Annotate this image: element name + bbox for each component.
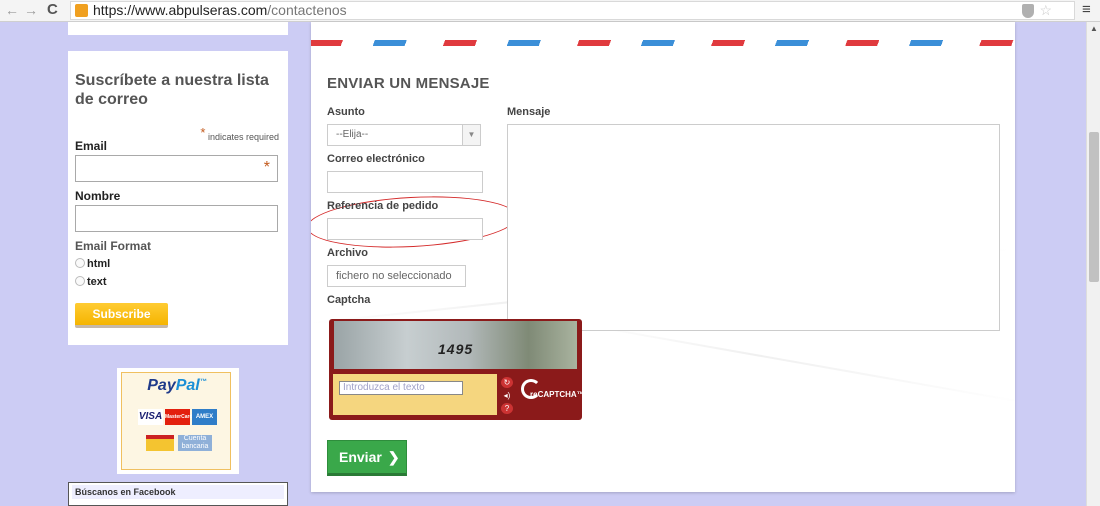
visa-logo: VISA [138, 409, 163, 425]
file-label: Archivo [327, 247, 368, 259]
paypal-badge: PayPal™ VISA MasterCard AMEX Cuenta bancar… [117, 368, 239, 474]
captcha-challenge-text: 1495 [438, 341, 474, 357]
captcha-input-panel: Introduzca el texto [333, 374, 497, 415]
url-path: /contactenos [267, 2, 347, 18]
order-reference-field[interactable] [327, 218, 483, 240]
paypal-logo-pay: Pay [147, 377, 176, 394]
bank-card-icon [146, 435, 174, 451]
email-label: Correo electrónico [327, 153, 425, 165]
recaptcha-brand: reCAPTCHA™ [530, 390, 585, 399]
subscribe-button[interactable]: Subscribe [75, 303, 168, 328]
recaptcha-widget: 1495 Introduzca el texto ↻ ◂) ? reCAPTCH… [329, 319, 585, 420]
address-bar[interactable]: https://www.abpulseras.com/contactenos ☆ [70, 1, 1075, 20]
help-icon[interactable]: ? [501, 403, 513, 414]
page-scrollbar[interactable]: ▲ [1086, 22, 1100, 506]
captcha-response-input[interactable]: Introduzca el texto [339, 381, 463, 395]
chevron-right-icon: ❯ [387, 449, 400, 465]
audio-icon[interactable]: ◂) [501, 390, 513, 401]
forward-arrow-icon[interactable]: → [24, 2, 38, 18]
sidebar-top-block [68, 22, 288, 35]
signup-email-field[interactable]: * [75, 155, 278, 182]
required-note: * indicates required [200, 125, 279, 142]
facebook-widget-title: Búscanos en Facebook [72, 485, 284, 499]
scroll-up-arrow-icon[interactable]: ▲ [1090, 24, 1098, 33]
paypal-trademark: ™ [199, 378, 207, 386]
scrollbar-thumb[interactable] [1089, 132, 1099, 282]
format-html-label: html [87, 258, 111, 270]
subject-label: Asunto [327, 106, 365, 118]
send-button-label: Enviar [339, 449, 382, 465]
url-host: https://www.abpulseras.com [93, 2, 268, 18]
message-label: Mensaje [507, 106, 551, 118]
paypal-logo: PayPal™ [122, 377, 232, 395]
email-format-label: Email Format [75, 239, 152, 253]
shield-icon[interactable] [1022, 4, 1034, 18]
back-arrow-icon[interactable]: ← [5, 2, 19, 18]
email-required-asterisk: * [263, 159, 270, 176]
captcha-label: Captcha [327, 294, 371, 306]
contact-form-card: ENVIAR UN MENSAJE Asunto --Elija-- ▼ Cor… [311, 22, 1015, 492]
mailing-list-signup: Suscríbete a nuestra lista de correo * i… [68, 51, 288, 345]
format-option-html[interactable]: html [75, 258, 110, 270]
paypal-logo-pal: Pal [175, 377, 200, 394]
required-asterisk: * [200, 125, 206, 140]
captcha-controls: ↻ ◂) ? [501, 377, 515, 416]
facebook-widget: Búscanos en Facebook [68, 482, 288, 506]
required-note-text: indicates required [207, 132, 279, 142]
chevron-down-icon[interactable]: ▼ [462, 125, 480, 145]
form-title: ENVIAR UN MENSAJE [327, 75, 490, 92]
site-lock-icon [75, 4, 88, 17]
send-button[interactable]: Enviar ❯ [327, 440, 407, 476]
browser-toolbar: ← → C https://www.abpulseras.com/contact… [0, 0, 1100, 22]
bookmark-star-icon[interactable]: ☆ [1039, 2, 1052, 19]
amex-logo: AMEX [192, 409, 217, 425]
file-upload-input[interactable]: fichero no seleccionado [327, 265, 466, 287]
refresh-icon[interactable]: ↻ [501, 377, 513, 388]
card-logos: VISA MasterCard AMEX [138, 409, 219, 427]
captcha-image: 1495 [334, 321, 577, 369]
signup-title: Suscríbete a nuestra lista de correo [75, 72, 269, 108]
message-textarea[interactable] [507, 124, 1000, 331]
bank-account-logo: Cuenta bancaria [178, 435, 212, 451]
reload-icon[interactable]: C [47, 1, 58, 18]
mastercard-logo: MasterCard [165, 409, 193, 425]
format-option-text[interactable]: text [75, 276, 107, 288]
envelope-fold-line [574, 322, 1015, 404]
format-html-radio[interactable] [75, 258, 85, 268]
email-field[interactable] [327, 171, 483, 193]
name-label: Nombre [75, 189, 121, 203]
format-text-radio[interactable] [75, 276, 85, 286]
email-label: Email [75, 139, 108, 153]
airmail-stripe-border [311, 40, 1015, 46]
subject-select[interactable]: --Elija-- ▼ [327, 124, 481, 146]
subject-selected-value: --Elija-- [336, 129, 369, 140]
signup-name-field[interactable] [75, 205, 278, 232]
paypal-badge-inner: PayPal™ VISA MasterCard AMEX Cuenta bancar… [121, 372, 231, 470]
order-reference-label: Referencia de pedido [327, 200, 439, 212]
bank-logos: Cuenta bancaria [146, 435, 212, 453]
format-text-label: text [87, 276, 107, 288]
browser-menu-icon[interactable]: ≡ [1082, 1, 1091, 18]
